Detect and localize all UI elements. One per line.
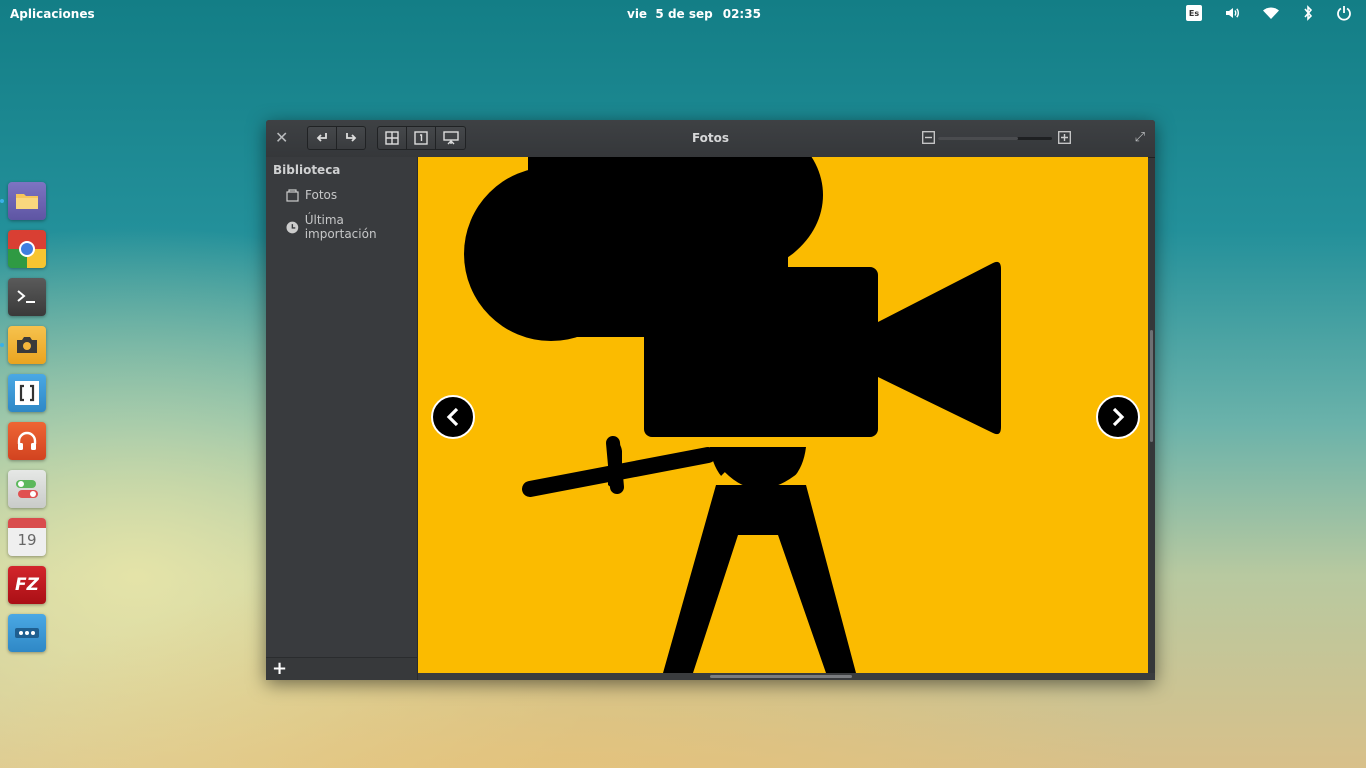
system-tray: Es [1186,5,1352,21]
folder-icon [16,194,38,209]
clock-time: 02:35 [722,7,761,21]
header-bar: ✕ Fotos ⤢ [266,120,1155,158]
vertical-scrollbar[interactable] [1150,330,1153,442]
dock-app-settings[interactable] [8,470,46,508]
sidebar-item-last-import[interactable]: Última importación [286,213,417,241]
wifi-icon[interactable] [1262,6,1280,20]
dock-app-camera[interactable] [0,326,46,364]
dock-app-files[interactable] [0,182,46,220]
photo-viewer [418,157,1148,673]
zoom-slider-fill [938,137,1018,140]
sidebar: Biblioteca Fotos Última importación + [266,157,418,680]
keyboard-layout-indicator[interactable]: Es [1186,5,1202,21]
filezilla-icon: FZ [15,575,39,595]
clock-date: vie 5 de sep [627,7,713,21]
dock-app-code-editor[interactable] [8,374,46,412]
zoom-out-icon[interactable] [922,131,935,144]
more-icon [15,628,39,638]
running-indicator [0,199,4,203]
brackets-icon [15,381,39,405]
bluetooth-icon[interactable] [1302,5,1314,21]
sidebar-item-photos[interactable]: Fotos [286,188,337,202]
next-photo-button[interactable] [1096,395,1140,439]
sidebar-footer: + [266,657,417,680]
photos-icon [286,188,299,202]
calendar-day: 19 [17,531,37,549]
chevron-left-icon [446,407,459,427]
chevron-right-icon [1112,407,1125,427]
headphones-icon [17,431,37,450]
clock-icon [286,221,299,233]
zoom-in-icon[interactable] [1058,131,1071,144]
dock-app-filezilla[interactable]: FZ [8,566,46,604]
chrome-icon [8,230,46,268]
dock-app-chrome[interactable] [8,230,46,268]
horizontal-scrollbar[interactable] [710,675,852,678]
camera-icon [17,337,37,353]
volume-icon[interactable] [1224,5,1240,21]
dock: 19 FZ [0,182,48,662]
add-album-button[interactable]: + [272,658,287,680]
maximize-icon[interactable]: ⤢ [1135,130,1145,145]
sidebar-heading: Biblioteca [273,163,341,177]
sidebar-item-label: Última importación [304,213,377,241]
dock-app-music[interactable] [8,422,46,460]
terminal-icon [17,290,35,303]
power-icon[interactable] [1336,5,1352,21]
toggle-switches-icon [16,480,38,498]
zoom-slider[interactable] [938,137,1052,140]
running-indicator [0,343,4,347]
clock[interactable]: vie 5 de sep 02:35 [627,7,761,21]
top-panel: Aplicaciones vie 5 de sep 02:35 Es [0,0,1366,28]
dock-app-more-apps[interactable] [8,614,46,652]
photos-window: ✕ Fotos ⤢ Biblioteca Fotos Última import… [266,120,1155,680]
previous-photo-button[interactable] [431,395,475,439]
applications-menu[interactable]: Aplicaciones [10,7,95,21]
sidebar-item-label: Fotos [305,188,338,202]
dock-app-terminal[interactable] [8,278,46,316]
movie-camera-image [418,157,1148,673]
dock-app-calendar[interactable]: 19 [8,518,46,556]
calendar-header [8,518,46,528]
